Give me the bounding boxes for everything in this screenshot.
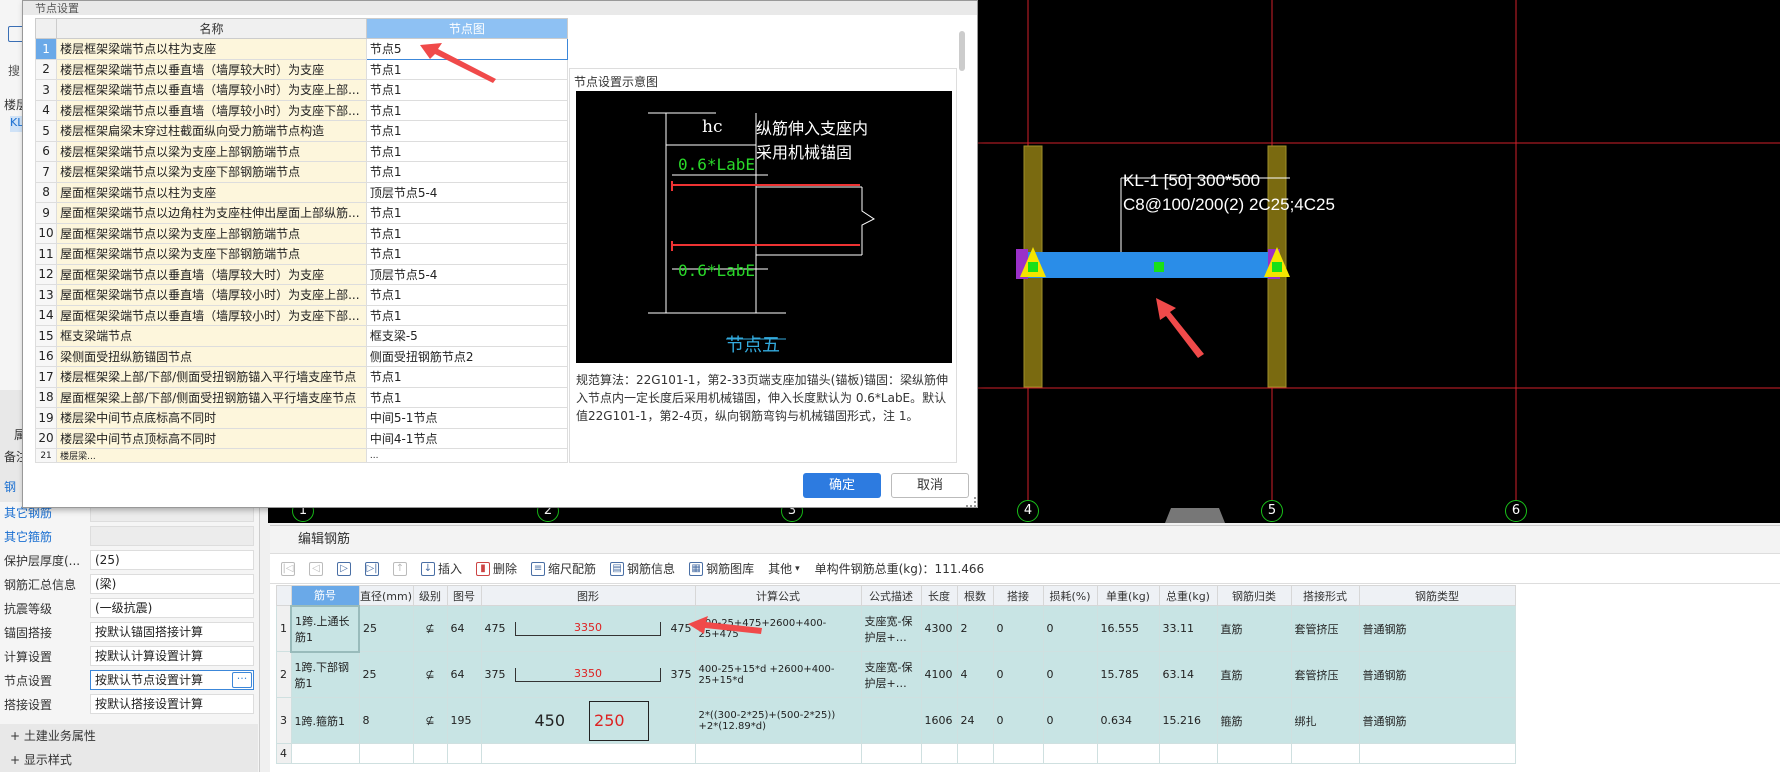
prop-row-lap[interactable]: 搭接设置 按默认搭接设置计算 [0, 692, 258, 716]
info-icon: ▤ [610, 561, 625, 576]
prop-row-seismic[interactable]: 抗震等级 (一级抗震) [0, 596, 258, 620]
editor-toolbar: |◁ ◁ ▷ ▷| ↑ ↓ 插入 ▮ 删除 ≡ 缩尺配筋 ▤ 钢筋信息 ▦ 钢筋图库 其他… [270, 554, 1780, 584]
shape-cell[interactable]: 375 3350 375 [480, 651, 696, 698]
move-down-icon: ↓ [421, 561, 435, 576]
cancel-button[interactable]: 取消 [891, 473, 969, 498]
rebar-info-button[interactable]: ▤ 钢筋信息 [605, 558, 680, 579]
ok-button[interactable]: 确定 [803, 473, 881, 498]
chevron-down-icon: ▾ [795, 563, 800, 574]
prop-row-anchor[interactable]: 锚固搭接 按默认锚固搭接计算 [0, 620, 258, 644]
rule-text: 规范算法：22G101-1，第2-33页端支座加锚头(锚板)锚固：梁纵筋伸入节点… [576, 373, 949, 423]
table-row[interactable]: 3 1跨.箍筋1 8 ⊈ 195 450 250 2*((300-2*25)+(5… [276, 697, 1516, 744]
shape-cell[interactable]: 475 3350 475 [480, 605, 696, 652]
node-row[interactable]: 16 梁侧面受扭纵筋锚固节点 侧面受扭钢筋节点2 [34, 345, 569, 367]
axis-6: 6 [1505, 500, 1527, 522]
first-icon: |◁ [281, 561, 295, 576]
ruler-icon: ≡ [531, 561, 546, 576]
node-row[interactable]: 14 屋面框架梁端节点以垂直墙（墙厚较小时）为支座下部... 节点1 [34, 304, 569, 326]
col-name[interactable]: 名称 [56, 18, 367, 39]
section-display[interactable]: + 显示样式 [0, 748, 258, 772]
diagram-dim-bottom: 0.6*LabE [678, 261, 756, 280]
axis-5: 5 [1261, 500, 1283, 522]
move-up-icon: ↑ [393, 561, 407, 576]
total-weight: 单构件钢筋总重(kg)：111.466 [814, 562, 985, 576]
table-row[interactable]: 2 1跨.下部钢筋1 25 ⊈ 64 375 3350 375 400-25+15*… [276, 651, 1516, 698]
node-row[interactable]: 7 楼层框架梁端节点以梁为支座下部钢筋端节点 节点1 [34, 161, 569, 183]
table-row-empty[interactable]: 4 [276, 743, 1516, 764]
scrollbar[interactable] [959, 31, 965, 71]
more-button[interactable]: ··· [232, 672, 252, 688]
prev-button[interactable]: ◁ [304, 560, 328, 578]
dialog-titlebar[interactable]: 节点设置 [23, 1, 977, 15]
node-row[interactable]: 18 屋面框架梁上部/下部/侧面受扭钢筋锚入平行墙支座节点 节点1 [34, 386, 569, 408]
annotation-arrow-node [420, 43, 496, 83]
prop-row-summary[interactable]: 钢筋汇总信息 (梁) [0, 572, 258, 596]
prev-icon: ◁ [309, 561, 323, 576]
node-row[interactable]: 5 楼层框架扁梁末穿过柱截面纵向受力筋端节点构造 节点1 [34, 120, 569, 142]
insert-button[interactable]: ↓ 插入 [416, 558, 467, 579]
diagram-note-2: 采用机械锚固 [756, 143, 853, 162]
editor-title: 编辑钢筋 [270, 526, 1780, 554]
node-row[interactable]: 8 屋面框架梁端节点以柱为支座 顶层节点5-4 [34, 181, 569, 203]
table-row[interactable]: 1 1跨.上通长筋1 25 ⊈ 64 475 3350 475 400-25+475… [276, 604, 1516, 653]
node-row[interactable]: 15 框支梁端节点 框支梁-5 [34, 325, 569, 347]
annotation-arrow-beam [1156, 298, 1204, 358]
node-row[interactable]: 21 楼层梁...... [34, 448, 569, 463]
prop-row-cover[interactable]: 保护层厚度(... (25) [0, 548, 258, 572]
library-icon: ▦ [689, 561, 704, 576]
rebar-table: 筋号 直径(mm) 级别 图号 图形 计算公式 公式描述 长度 根数 搭接 损耗… [276, 585, 1516, 764]
next-icon: ▷ [337, 561, 351, 576]
node-row[interactable]: 12 屋面框架梁端节点以垂直墙（墙厚较大时）为支座 顶层节点5-4 [34, 263, 569, 285]
trash-icon: ▮ [476, 561, 491, 576]
node-row[interactable]: 19 楼层梁中间节点底标高不同时 中间5-1节点 [34, 407, 569, 429]
diagram-dim-top: 0.6*LabE [678, 155, 756, 174]
node-row[interactable]: 17 楼层框架梁上部/下部/侧面受扭钢筋锚入平行墙支座节点 节点1 [34, 366, 569, 388]
rebar-library-button[interactable]: ▦ 钢筋图库 [684, 558, 759, 579]
node-row[interactable]: 20 楼层梁中间节点顶标高不同时 中间4-1节点 [34, 427, 569, 449]
preview-title: 节点设置示意图 [574, 75, 659, 89]
prop-row-node[interactable]: 节点设置 按默认节点设置计算 ··· [0, 668, 258, 692]
beam-label-name: KL-1 [50] 300*500 [1123, 171, 1261, 190]
delete-button[interactable]: ▮ 删除 [471, 558, 522, 579]
node-diagram: hc 纵筋伸入支座内 采用机械锚固 0.6*LabE 0.6*LabE 节点五 [576, 91, 952, 363]
last-button[interactable]: ▷| [360, 560, 384, 578]
scale-rebar-button[interactable]: ≡ 缩尺配筋 [526, 558, 601, 579]
node-settings-dialog: 节点设置 名称 节点图 1 楼层框架梁端节点以柱为支座 节点5 2 楼层框架梁端节点以垂直… [22, 0, 978, 508]
node-row[interactable]: 11 屋面框架梁端节点以梁为支座下部钢筋端节点 节点1 [34, 243, 569, 265]
node-row[interactable]: 6 楼层框架梁端节点以梁为支座上部钢筋端节点 节点1 [34, 140, 569, 162]
move-up-button[interactable]: ↑ [388, 560, 412, 578]
search-label: 搜 [8, 64, 21, 78]
node-row[interactable]: 13 屋面框架梁端节点以垂直墙（墙厚较小时）为支座上部... 节点1 [34, 284, 569, 306]
node-row[interactable]: 10 屋面框架梁端节点以梁为支座上部钢筋端节点 节点1 [34, 222, 569, 244]
preview-panel: 节点设置示意图 hc 纵筋伸入支座内 采用机械锚固 0.6*LabE 0.6*L… [569, 68, 957, 463]
diagram-hc: hc [702, 117, 723, 137]
node-row[interactable]: 9 屋面框架梁端节点以边角柱为支座柱伸出屋面上部纵筋... 节点1 [34, 202, 569, 224]
first-button[interactable]: |◁ [276, 560, 300, 578]
cad-drawing [870, 0, 1780, 500]
last-icon: ▷| [365, 561, 379, 576]
other-dropdown[interactable]: 其他 ▾ [763, 558, 805, 579]
prop-row-calc[interactable]: 计算设置 按默认计算设置计算 [0, 644, 258, 668]
annotation-arrow-row [688, 616, 762, 634]
resize-grip-icon[interactable] [966, 497, 976, 507]
section-civil[interactable]: + 土建业务属性 [0, 724, 258, 748]
collapse-handle[interactable] [1165, 508, 1225, 523]
col-bar-no[interactable]: 筋号 [290, 585, 360, 606]
next-button[interactable]: ▷ [332, 560, 356, 578]
shape-cell[interactable]: 450 250 [480, 697, 696, 744]
diagram-caption: 节点五 [726, 335, 780, 356]
cad-canvas[interactable]: KL-1 [50] 300*500 C8@100/200(2) 2C25;4C2… [870, 0, 1780, 523]
node-row[interactable]: 4 楼层框架梁端节点以垂直墙（墙厚较小时）为支座下部... 节点1 [34, 99, 569, 121]
axis-4: 4 [1017, 500, 1039, 522]
prop-row-other-stirrup[interactable]: 其它箍筋 [0, 524, 258, 548]
beam-label-rebar: C8@100/200(2) 2C25;4C25 [1123, 195, 1335, 214]
col-diagram[interactable]: 节点图 [365, 18, 569, 39]
rebar-editor: 编辑钢筋 |◁ ◁ ▷ ▷| ↑ ↓ 插入 ▮ 删除 ≡ 缩尺配筋 ▤ 钢筋信息 ▦ 钢筋… [270, 525, 1780, 772]
rebar-section-label: 钢 [4, 480, 17, 494]
diagram-note-1: 纵筋伸入支座内 [756, 119, 869, 138]
